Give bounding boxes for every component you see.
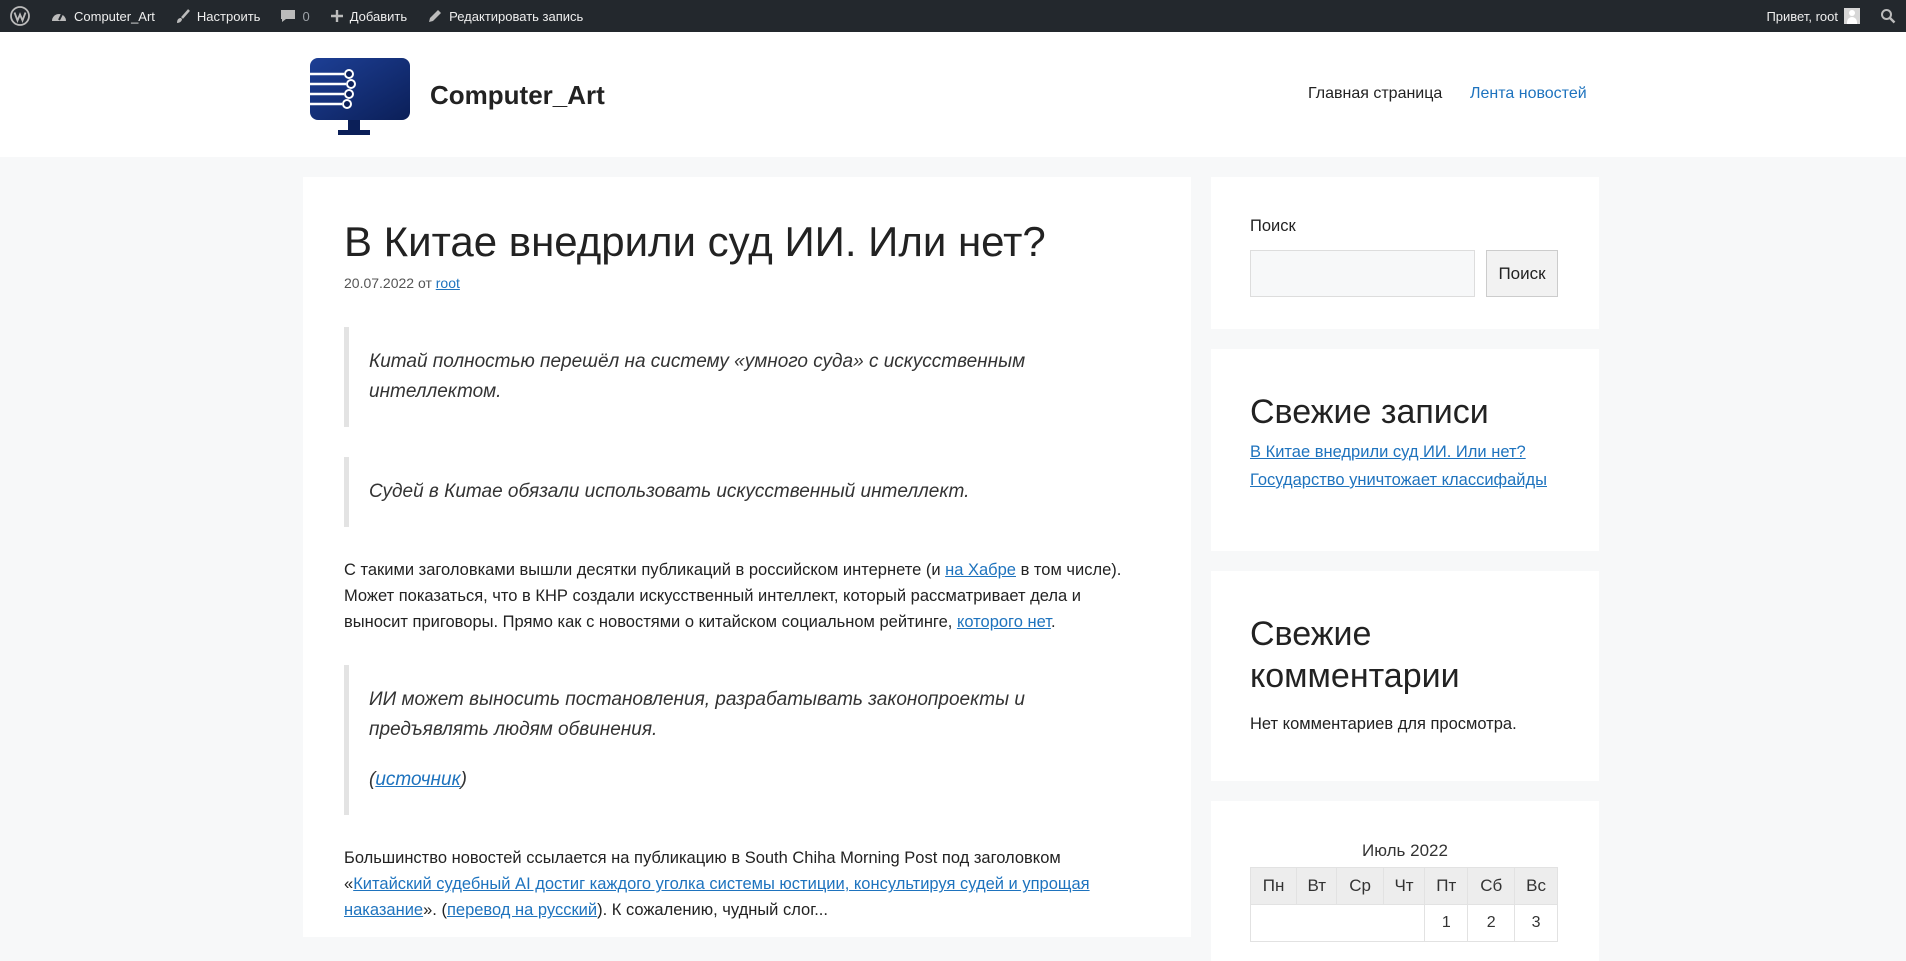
site-logo[interactable]: [302, 58, 412, 138]
by-label: от: [417, 275, 432, 292]
article-meta: 20.07.2022 от root: [344, 275, 1144, 291]
greeting-label: Привет, root: [1766, 8, 1838, 24]
blockquote: Китай полностью перешёл на систему «умно…: [344, 327, 1144, 428]
no-comments-text: Нет комментариев для просмотра.: [1250, 715, 1517, 733]
recent-posts-widget: Свежие записи В Китае внедрили суд ИИ. И…: [1211, 349, 1599, 551]
add-new-label: Добавить: [349, 8, 408, 24]
recent-comments-widget: Свежие комментарии Нет комментариев для …: [1211, 571, 1599, 781]
calendar-day: 1: [1424, 904, 1469, 942]
nav-item-news-feed[interactable]: Лента новостей: [1470, 85, 1587, 103]
search-input[interactable]: [1250, 250, 1475, 297]
blockquote: ИИ может выносить постановления, разраба…: [344, 665, 1144, 816]
site-name-menu[interactable]: Computer_Art: [40, 0, 165, 32]
comments-button[interactable]: 0: [270, 0, 319, 32]
calendar-day: 3: [1514, 904, 1558, 942]
calendar-widget: Июль 2022 Пн Вт Ср Чт Пт Сб Вс 1 2 3: [1211, 801, 1599, 961]
weekday-header: Пт: [1424, 867, 1469, 905]
author-link[interactable]: root: [436, 275, 460, 291]
social-rating-link[interactable]: которого нет: [957, 613, 1051, 631]
search-widget: Поиск Поиск: [1211, 177, 1599, 329]
article-title: В Китае внедрили суд ИИ. Или нет?: [344, 218, 1046, 265]
nav-item-home[interactable]: Главная страница: [1308, 85, 1442, 103]
site-title[interactable]: Computer_Art: [430, 80, 605, 111]
post-date: 20.07.2022: [344, 275, 415, 292]
my-account-menu[interactable]: Привет, root: [1756, 0, 1870, 32]
source-link[interactable]: источник: [375, 769, 460, 790]
source-line: (источник): [369, 765, 1124, 795]
habr-link[interactable]: на Хабре: [945, 561, 1016, 579]
admin-bar: Computer_Art Настроить 0 Добавить Редакт…: [0, 0, 1906, 32]
site-header: Computer_Art Главная страница Лента ново…: [0, 32, 1906, 157]
recent-posts-title: Свежие записи: [1250, 393, 1489, 431]
wordpress-icon: [10, 6, 30, 26]
search-label: Поиск: [1250, 217, 1296, 235]
article: В Китае внедрили суд ИИ. Или нет? 20.07.…: [303, 177, 1191, 937]
text: .: [1050, 613, 1056, 632]
translation-link[interactable]: перевод на русский: [447, 901, 597, 919]
wordpress-logo-menu[interactable]: [0, 0, 40, 32]
recent-post-link[interactable]: Государство уничтожает классифайды: [1250, 471, 1560, 490]
recent-post-link[interactable]: В Китае внедрили суд ИИ. Или нет?: [1250, 443, 1560, 462]
calendar-caption: Июль 2022: [1362, 841, 1448, 860]
admin-search-button[interactable]: [1870, 0, 1906, 32]
edit-post-label: Редактировать запись: [449, 8, 584, 24]
quote-text: Китай полностью перешёл на систему «умно…: [369, 351, 1026, 403]
computer-logo-icon: [302, 58, 410, 135]
comments-count: 0: [302, 8, 310, 24]
weekday-header: Сб: [1467, 867, 1516, 905]
blockquote: Судей в Китае обязали использовать искус…: [344, 457, 1144, 528]
customize-label: Настроить: [196, 8, 261, 24]
edit-post-button[interactable]: Редактировать запись: [417, 0, 593, 32]
plus-icon: [330, 10, 343, 22]
paragraph: Большинство новостей ссылается на публик…: [344, 845, 1144, 923]
quote-text: ИИ может выносить постановления, разраба…: [369, 689, 1025, 741]
weekday-header: Пн: [1249, 867, 1298, 905]
text: ). К сожалению, чудный слог...: [597, 901, 828, 920]
text: ». (: [423, 901, 447, 920]
weekday-header: Ср: [1336, 867, 1384, 905]
text: ): [460, 769, 467, 791]
avatar: [1844, 8, 1860, 24]
article-content: В Китае внедрили суд ИИ. Или нет? 20.07.…: [344, 217, 1144, 923]
search-button[interactable]: Поиск: [1486, 250, 1558, 297]
pencil-icon: [429, 10, 442, 22]
calendar-pad: [1249, 904, 1426, 942]
scmp-link-cont[interactable]: наказание: [344, 901, 423, 919]
brush-icon: [176, 9, 190, 23]
quote-text: Судей в Китае обязали использовать искус…: [369, 481, 970, 503]
calendar-day: 2: [1467, 904, 1516, 942]
dashboard-icon: [52, 13, 66, 21]
site-name-label: Computer_Art: [74, 8, 155, 24]
add-new-button[interactable]: Добавить: [320, 0, 417, 32]
paragraph: С такими заголовками вышли десятки публи…: [344, 557, 1144, 635]
calendar-table: Пн Вт Ср Чт Пт Сб Вс 1 2 3: [1249, 867, 1558, 942]
comment-icon: [281, 10, 296, 22]
recent-comments-title: Свежие комментарии: [1250, 615, 1460, 695]
weekday-header: Чт: [1382, 867, 1426, 905]
scmp-link[interactable]: Китайский судебный AI достиг каждого уго…: [353, 875, 1089, 893]
search-icon: [1881, 9, 1896, 24]
weekday-header: Вт: [1296, 867, 1338, 905]
weekday-header: Вс: [1514, 867, 1558, 905]
text: С такими заголовками вышли десятки публи…: [344, 561, 946, 580]
customize-button[interactable]: Настроить: [165, 0, 271, 32]
